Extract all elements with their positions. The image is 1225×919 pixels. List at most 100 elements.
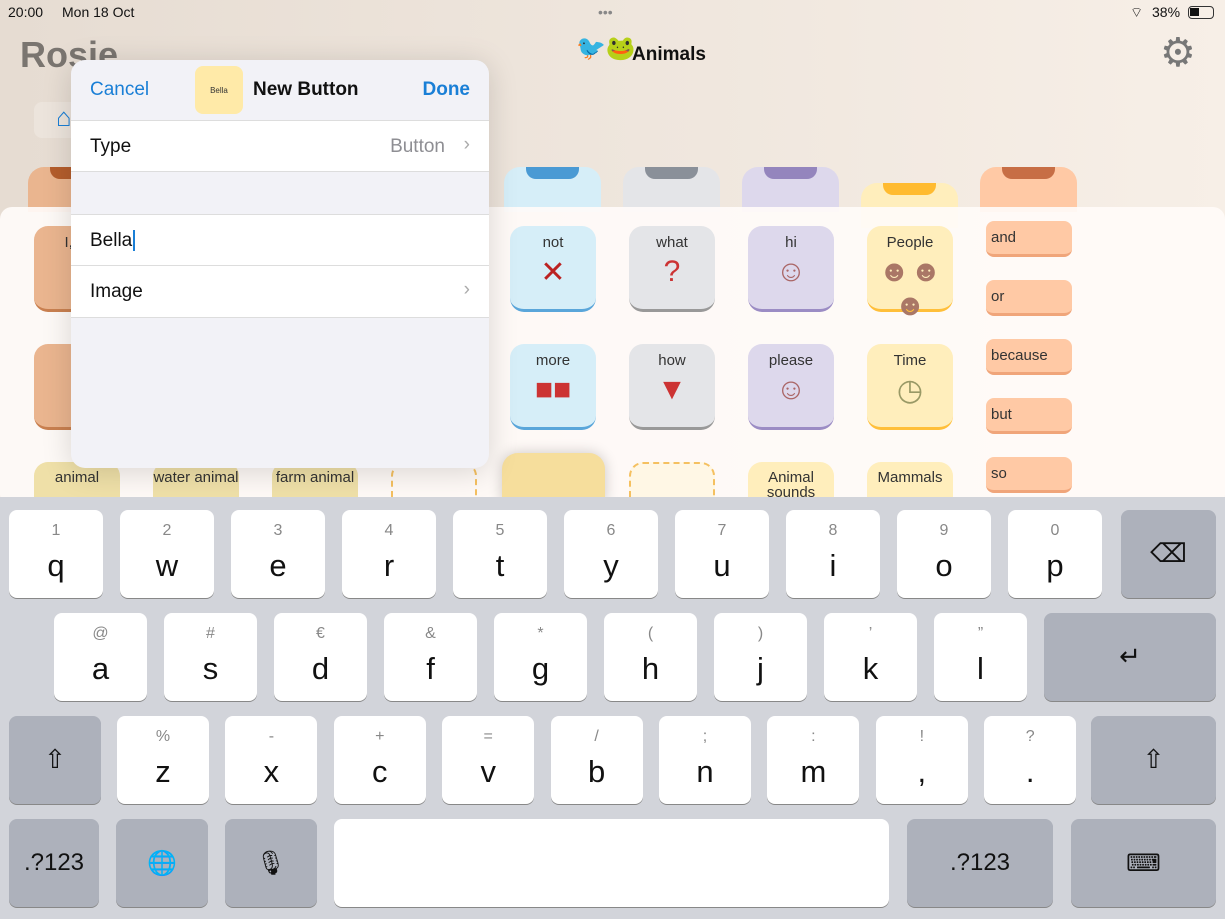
key-secondary: &: [425, 625, 436, 642]
key-p[interactable]: 0p: [1008, 510, 1102, 598]
key-u[interactable]: 7u: [675, 510, 769, 598]
word-button[interactable]: but: [986, 398, 1072, 434]
return-key-label: ↵: [1119, 641, 1141, 671]
word-button[interactable]: because: [986, 339, 1072, 375]
key-k[interactable]: ’ k: [824, 613, 917, 701]
grid-cell[interactable]: more ■■: [510, 344, 596, 430]
key-w-label: w: [155, 548, 179, 583]
backspace-key[interactable]: ⌫: [1121, 510, 1216, 598]
tab-grey[interactable]: [623, 167, 720, 212]
key-b[interactable]: / b: [550, 716, 643, 804]
folder-cell[interactable]: Mammals: [867, 462, 953, 502]
animals-icon: 🐦🐸: [576, 35, 636, 62]
type-row[interactable]: Type Button ›: [71, 120, 489, 172]
key-t-label: t: [495, 548, 505, 583]
shift-key-right-label: ⇧: [1142, 744, 1165, 774]
word-button[interactable]: or: [986, 280, 1072, 316]
key-x[interactable]: -x: [225, 716, 318, 804]
grid-cell[interactable]: please ☺: [748, 344, 834, 430]
key-n[interactable]: ; n: [659, 716, 751, 804]
key-j[interactable]: ) j: [714, 613, 807, 701]
folder-cell[interactable]: Animal sounds: [748, 462, 834, 502]
done-button[interactable]: Done: [423, 79, 471, 101]
symbol-icon: ▼: [657, 373, 687, 406]
key-secondary: 6: [606, 522, 616, 539]
key-c[interactable]: + c: [333, 716, 426, 804]
tab-blue[interactable]: [504, 167, 601, 212]
return-key[interactable]: ↵: [1044, 613, 1216, 701]
name-input[interactable]: Bella: [90, 230, 132, 251]
shift-key-right[interactable]: ⇧: [1091, 716, 1216, 804]
folder-cell[interactable]: [629, 462, 715, 502]
key-secondary: ;: [702, 728, 708, 745]
cell-label: not: [542, 234, 564, 251]
key-n-label: n: [696, 754, 714, 789]
word-button[interactable]: and: [986, 221, 1072, 257]
space-bar[interactable]: [334, 819, 889, 907]
key-v[interactable]: = v: [442, 716, 535, 804]
battery-icon: [1188, 6, 1214, 19]
key-e[interactable]: 3e: [231, 510, 325, 598]
microphone-icon[interactable]: 🎙: [225, 819, 317, 907]
key-f[interactable]: & f: [384, 613, 477, 701]
numbers-key-right[interactable]: .?123: [907, 819, 1053, 907]
key-q[interactable]: 1q: [9, 510, 103, 598]
key-h[interactable]: (h: [604, 613, 697, 701]
key-f-label: f: [426, 651, 435, 686]
globe-icon[interactable]: 🌐: [116, 819, 208, 907]
type-value: Button: [390, 136, 445, 157]
key-secondary: -: [268, 728, 275, 745]
tab-orange[interactable]: [980, 167, 1077, 212]
key-punct[interactable]: !,: [875, 716, 968, 804]
globe-icon-label: 🌐: [147, 850, 177, 877]
shift-key[interactable]: ⇧: [9, 716, 101, 804]
multitask-dots[interactable]: •••: [598, 4, 613, 20]
folder-cell[interactable]: farm animal: [272, 462, 358, 502]
grid-cell[interactable]: how ▼: [629, 344, 715, 430]
key-secondary: /: [594, 728, 599, 745]
key-l[interactable]: ” l: [934, 613, 1027, 701]
key-secondary: 5: [495, 522, 505, 539]
folder-cell[interactable]: animal: [34, 462, 120, 502]
key-r[interactable]: 4r: [342, 510, 436, 598]
gear-icon[interactable]: ⚙: [1160, 30, 1196, 76]
grid-cell[interactable]: hi ☺: [748, 226, 834, 312]
key-punct[interactable]: ?.: [984, 716, 1077, 804]
name-field[interactable]: Bella​: [71, 214, 489, 266]
numbers-key[interactable]: .?123: [9, 819, 99, 907]
chevron-right-icon: ›: [463, 279, 470, 300]
key-g[interactable]: * g: [494, 613, 587, 701]
empty-cell[interactable]: [391, 462, 477, 502]
type-label: Type: [90, 136, 132, 157]
image-row[interactable]: Image ›: [71, 266, 489, 318]
page-title: Animals: [632, 44, 706, 65]
key-b-label: b: [587, 754, 606, 789]
key-t[interactable]: 5t: [453, 510, 547, 598]
key-i[interactable]: 8i: [786, 510, 880, 598]
key-a[interactable]: @ a: [54, 613, 147, 701]
key-s[interactable]: # s: [164, 613, 257, 701]
key-w[interactable]: 2w: [120, 510, 214, 598]
status-date: Mon 18 Oct: [62, 4, 135, 20]
grid-cell[interactable]: what?: [629, 226, 715, 312]
new-button-drag-preview[interactable]: [502, 453, 605, 503]
key-p-label: p: [1046, 548, 1064, 583]
shift-key-label: ⇧: [44, 744, 66, 774]
key-punct-label: .: [1025, 754, 1035, 789]
symbol-icon: ?: [663, 255, 681, 288]
key-m[interactable]: :m: [767, 716, 860, 804]
grid-cell[interactable]: not ✕: [510, 226, 596, 312]
numbers-key-label: .?123: [23, 849, 85, 876]
hide-keyboard-icon[interactable]: ⌨: [1071, 819, 1216, 907]
key-d[interactable]: € d: [274, 613, 367, 701]
tab-purple[interactable]: [742, 167, 839, 212]
grid-cell[interactable]: Time ◷: [867, 344, 953, 430]
grid-cell[interactable]: People ☻☻☻: [867, 226, 953, 322]
key-y[interactable]: 6y: [564, 510, 658, 598]
key-z[interactable]: % z: [117, 716, 209, 804]
word-button[interactable]: so: [986, 457, 1072, 493]
key-o-label: o: [935, 548, 953, 583]
folder-cell[interactable]: water animal: [153, 462, 239, 502]
cancel-button[interactable]: Cancel: [90, 79, 149, 101]
key-o[interactable]: 9o: [897, 510, 991, 598]
